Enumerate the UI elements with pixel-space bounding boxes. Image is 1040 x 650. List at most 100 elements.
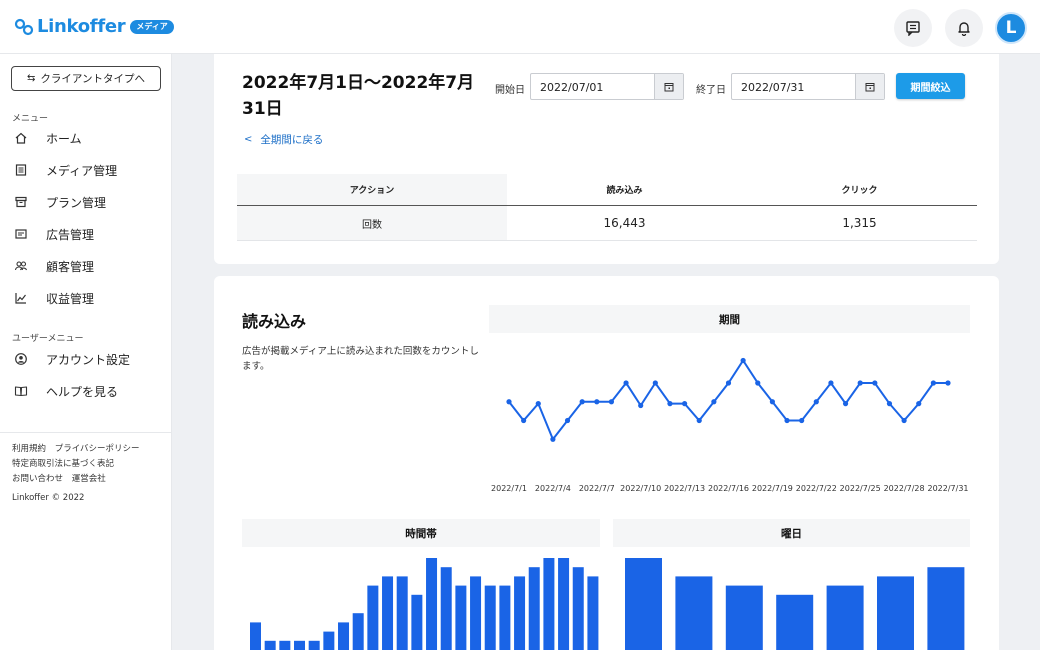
terms-link[interactable]: 利用規約 (12, 444, 46, 454)
footer-links: 利用規約 プライバシーポリシー 特定商取引法に基づく表記 お問い合わせ 運営会社… (12, 442, 146, 506)
period-data-point (594, 399, 600, 405)
logo[interactable]: Linkoffer メディア (14, 16, 174, 37)
top-bar: Linkoffer メディア L (0, 0, 1040, 54)
hour-bar (528, 567, 540, 650)
hour-bar (250, 622, 261, 650)
notification-button[interactable] (945, 9, 983, 47)
account-icon (15, 353, 27, 365)
switch-client-type-button[interactable]: ⇆ クライアントタイプへ (11, 66, 161, 91)
sidebar-item-customers[interactable]: 顧客管理 (14, 255, 94, 277)
start-date-input[interactable]: 2022/07/01 (530, 73, 684, 100)
stats-clicks-value: 1,315 (842, 216, 877, 230)
media-badge: メディア (130, 19, 174, 34)
weekday-bar (675, 576, 713, 650)
weekday-bar (725, 585, 763, 650)
hour-bar (338, 622, 350, 650)
stats-loads-value: 16,443 (603, 216, 646, 230)
x-tick-label: 2022/7/19 (752, 484, 793, 493)
x-tick-label: 2022/7/28 (884, 484, 925, 493)
hour-bar (308, 640, 320, 650)
period-data-point (725, 380, 732, 386)
period-data-point (916, 401, 922, 407)
hour-bar-chart (250, 558, 599, 650)
table-row: 回数 16,443 1,315 (237, 206, 977, 241)
period-data-point (784, 417, 790, 424)
loads-section-title: 読み込み (242, 312, 307, 331)
sidebar-item-revenue[interactable]: 収益管理 (14, 287, 94, 309)
period-data-point (813, 399, 819, 405)
period-data-point (638, 402, 644, 409)
hour-bar (426, 558, 438, 650)
period-data-point (886, 401, 893, 407)
period-data-point (872, 380, 878, 386)
hour-bar (440, 567, 452, 650)
hour-chart-header: 時間帯 (242, 519, 600, 547)
hour-bar (352, 613, 364, 650)
weekday-bar-chart (625, 558, 965, 650)
hour-bar (264, 640, 276, 650)
weekday-bar (776, 594, 814, 650)
period-data-point (828, 380, 834, 386)
back-to-all-period-link[interactable]: < 全期間に戻る (244, 132, 323, 147)
period-series-line (508, 358, 948, 442)
sidebar-item-help[interactable]: ヘルプを見る (14, 380, 118, 402)
book-icon (14, 386, 28, 397)
sidebar: ⇆ クライアントタイプへ メニュー ホーム メディア管理 プラン管理 広告管理 … (0, 54, 172, 650)
weekday-chart-header: 曜日 (613, 519, 970, 547)
sidebar-item-media[interactable]: メディア管理 (14, 159, 117, 181)
message-button[interactable] (894, 9, 932, 47)
hour-bar (543, 558, 555, 650)
weekday-bar (625, 558, 662, 650)
period-data-point (623, 380, 629, 386)
hour-bar (382, 576, 394, 650)
sidebar-item-plan[interactable]: プラン管理 (14, 191, 106, 213)
user-menu-section-label: ユーザーメニュー (12, 334, 84, 344)
period-filter-card: 2022年7月1日〜2022年7月31日 開始日 2022/07/01 終了日 … (214, 54, 999, 264)
privacy-link[interactable]: プライバシーポリシー (55, 444, 140, 454)
sidebar-item-label: プラン管理 (46, 195, 107, 210)
period-data-point (579, 399, 585, 405)
hour-bar (367, 585, 379, 650)
hour-bar (572, 567, 584, 650)
period-data-point (799, 417, 805, 424)
bell-icon (958, 22, 970, 36)
avatar[interactable]: L (995, 12, 1027, 44)
x-tick-label: 2022/7/7 (579, 484, 615, 493)
period-data-point (506, 399, 512, 405)
contact-link[interactable]: お問い合わせ (12, 474, 63, 484)
period-data-point (696, 417, 702, 424)
message-icon (906, 21, 920, 36)
end-date-label: 終了日 (696, 85, 726, 96)
ad-icon (15, 229, 27, 239)
period-data-point (930, 380, 936, 386)
sidebar-item-home[interactable]: ホーム (14, 127, 82, 149)
apply-period-button[interactable]: 期間絞込 (896, 73, 965, 99)
home-icon (15, 132, 27, 144)
x-tick-label: 2022/7/22 (796, 484, 837, 493)
weekday-bar (826, 585, 864, 650)
company-link[interactable]: 運営会社 (72, 474, 106, 484)
period-chart-header: 期間 (489, 305, 970, 333)
stats-header-row: アクション 読み込み クリック (237, 174, 977, 206)
sidebar-item-ads[interactable]: 広告管理 (14, 223, 94, 245)
x-tick-label: 2022/7/16 (708, 484, 749, 493)
stats-header-clicks: クリック (841, 186, 878, 196)
switch-client-type-label: クライアントタイプへ (40, 73, 145, 85)
end-date-input[interactable]: 2022/07/31 (731, 73, 885, 100)
period-data-point (769, 399, 775, 405)
sidebar-item-account[interactable]: アカウント設定 (14, 348, 130, 370)
logo-text: Linkoffer (37, 16, 126, 37)
hour-bar (514, 576, 526, 650)
period-data-point (535, 401, 541, 407)
law-link[interactable]: 特定商取引法に基づく表記 (12, 459, 114, 469)
period-data-point (652, 380, 658, 386)
stats-table: アクション 読み込み クリック 回数 16,443 1,315 (237, 174, 977, 241)
period-data-point (857, 380, 863, 386)
sidebar-item-label: 顧客管理 (46, 259, 95, 274)
loads-card: 読み込み 広告が掲載メディア上に読み込まれた回数をカウントします。 期間 202… (214, 276, 999, 650)
calendar-icon[interactable] (654, 74, 683, 99)
document-icon (15, 164, 27, 176)
swap-icon: ⇆ (27, 73, 36, 84)
hour-bar (484, 585, 496, 650)
calendar-icon[interactable] (855, 74, 884, 99)
